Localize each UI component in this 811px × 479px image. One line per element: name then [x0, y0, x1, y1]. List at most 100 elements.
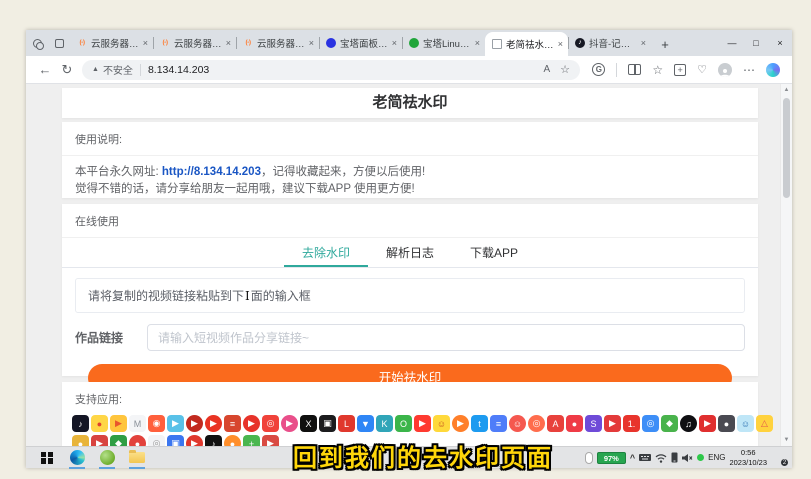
browser-tab[interactable]: 宝塔Linux面 × — [402, 30, 485, 56]
settings-more-icon[interactable]: ⋯ — [743, 63, 755, 77]
function-tab[interactable]: 解析日志 — [368, 240, 452, 267]
app-icon[interactable]: ▶ — [205, 415, 222, 432]
tab-close-icon[interactable]: × — [392, 38, 397, 48]
split-screen-icon[interactable] — [628, 64, 641, 75]
browser-tab[interactable]: (-) 云服务器管理 × — [153, 30, 236, 56]
app-icon[interactable]: ▶ — [167, 415, 184, 432]
app-icon[interactable]: ▶ — [699, 415, 716, 432]
wifi-tray-icon[interactable] — [655, 453, 667, 463]
app-icon[interactable]: ◎ — [148, 435, 165, 446]
add-favorite-icon[interactable]: ☆ — [560, 63, 570, 76]
app-icon[interactable]: ▶ — [91, 435, 108, 446]
favorites-icon[interactable]: ☆ — [652, 63, 663, 77]
browser-tab[interactable]: (-) 云服务器管理 × — [236, 30, 319, 56]
app-icon[interactable]: O — [395, 415, 412, 432]
app-icon[interactable]: X — [300, 415, 317, 432]
collections-icon[interactable]: + — [674, 64, 686, 76]
scroll-down-arrow[interactable]: ▼ — [781, 437, 792, 443]
app-icon[interactable]: ♫ — [680, 415, 697, 432]
browser-tab[interactable]: (-) 云服务器管理 × — [70, 30, 153, 56]
app-icon[interactable]: S — [585, 415, 602, 432]
taskbar-edge-button[interactable] — [62, 447, 92, 469]
tab-actions-button[interactable] — [48, 30, 70, 56]
app-icon[interactable]: A — [547, 415, 564, 432]
hidden-icons-chevron[interactable]: ^ — [630, 453, 635, 463]
speaker-tray-icon[interactable] — [682, 453, 693, 463]
app-icon[interactable]: ● — [129, 435, 146, 446]
start-button[interactable] — [32, 447, 62, 469]
tab-close-icon[interactable]: × — [226, 38, 231, 48]
function-tab[interactable]: 下载APP — [452, 240, 536, 267]
tab-close-icon[interactable]: × — [143, 38, 148, 48]
app-icon[interactable]: ◆ — [661, 415, 678, 432]
app-icon[interactable]: ♪ — [72, 415, 89, 432]
tab-close-icon[interactable]: × — [309, 38, 314, 48]
battery-indicator[interactable]: 97% — [597, 452, 626, 464]
phone-tray-icon[interactable] — [671, 452, 678, 463]
permanent-url-link[interactable]: http://8.134.14.203 — [162, 166, 261, 178]
app-icon[interactable]: ☺ — [509, 415, 526, 432]
app-icon[interactable]: ▶ — [281, 415, 298, 432]
app-icon[interactable]: ◎ — [528, 415, 545, 432]
back-button[interactable]: ← — [34, 62, 56, 77]
app-icon[interactable]: ● — [566, 415, 583, 432]
browser-tab[interactable]: 老简祛水印-在 × — [485, 32, 568, 56]
app-icon[interactable]: ▣ — [167, 435, 184, 446]
app-icon[interactable]: ● — [718, 415, 735, 432]
browser-essentials-icon[interactable]: ♡ — [697, 63, 707, 76]
tab-close-icon[interactable]: × — [558, 39, 563, 49]
app-icon[interactable]: ▶ — [452, 415, 469, 432]
app-icon[interactable]: ▶ — [110, 415, 127, 432]
new-tab-button[interactable]: + — [655, 32, 675, 56]
video-link-input[interactable] — [147, 324, 745, 351]
app-icon[interactable]: ▣ — [319, 415, 336, 432]
app-icon[interactable]: ● — [91, 415, 108, 432]
taskbar-file-explorer-button[interactable] — [122, 447, 152, 469]
app-icon[interactable]: t — [471, 415, 488, 432]
close-window-button[interactable]: × — [768, 30, 792, 56]
profile-avatar[interactable] — [718, 63, 732, 77]
app-icon[interactable]: ▶ — [243, 415, 260, 432]
maximize-button[interactable]: □ — [744, 30, 768, 56]
app-icon[interactable]: ◎ — [262, 415, 279, 432]
green-status-tray-icon[interactable] — [697, 454, 704, 461]
refresh-button[interactable]: ↻ — [56, 62, 78, 78]
app-icon[interactable]: ▶ — [262, 435, 279, 446]
clock[interactable]: 0:56 2023/10/23 — [729, 448, 767, 468]
scrollbar-thumb[interactable] — [783, 98, 790, 198]
app-icon[interactable]: ☺ — [737, 415, 754, 432]
app-icon[interactable]: ♪ — [205, 435, 222, 446]
app-icon[interactable]: L — [338, 415, 355, 432]
app-icon[interactable]: △ — [756, 415, 773, 432]
app-icon[interactable]: ● — [72, 435, 89, 446]
app-icon[interactable]: K — [376, 415, 393, 432]
app-icon[interactable]: M — [129, 415, 146, 432]
language-indicator[interactable]: ENG — [708, 453, 725, 462]
app-icon[interactable]: ◆ — [110, 435, 127, 446]
app-icon[interactable]: 1. — [623, 415, 640, 432]
app-icon[interactable]: ▶ — [604, 415, 621, 432]
app-icon[interactable]: ◎ — [642, 415, 659, 432]
copilot-icon[interactable] — [766, 63, 780, 77]
browser-tab[interactable]: 宝塔面板_百 × — [319, 30, 402, 56]
app-icon[interactable]: + — [243, 435, 260, 446]
security-warning-icon[interactable]: ▲ — [92, 66, 99, 73]
workspaces-button[interactable] — [26, 30, 48, 56]
notification-center-button[interactable]: 2 — [771, 451, 787, 465]
address-bar[interactable]: ▲ 不安全 8.134.14.203 A ☆ — [82, 60, 580, 80]
keyboard-tray-icon[interactable] — [639, 453, 651, 462]
function-tab[interactable]: 去除水印 — [284, 240, 368, 267]
app-icon[interactable]: ≡ — [490, 415, 507, 432]
app-icon[interactable]: ● — [224, 435, 241, 446]
app-icon[interactable]: ◉ — [148, 415, 165, 432]
app-icon[interactable]: ▼ — [357, 415, 374, 432]
extension-icon[interactable]: G — [592, 63, 605, 76]
taskbar-green-app-button[interactable] — [92, 447, 122, 469]
minimize-button[interactable]: — — [720, 30, 744, 56]
read-aloud-icon[interactable]: A — [543, 64, 550, 75]
browser-tab[interactable]: ♪ 抖音-记录美 × — [568, 30, 651, 56]
scroll-up-arrow[interactable]: ▲ — [781, 87, 792, 93]
app-icon[interactable]: ▶ — [186, 435, 203, 446]
tab-close-icon[interactable]: × — [475, 38, 480, 48]
tab-close-icon[interactable]: × — [641, 38, 646, 48]
